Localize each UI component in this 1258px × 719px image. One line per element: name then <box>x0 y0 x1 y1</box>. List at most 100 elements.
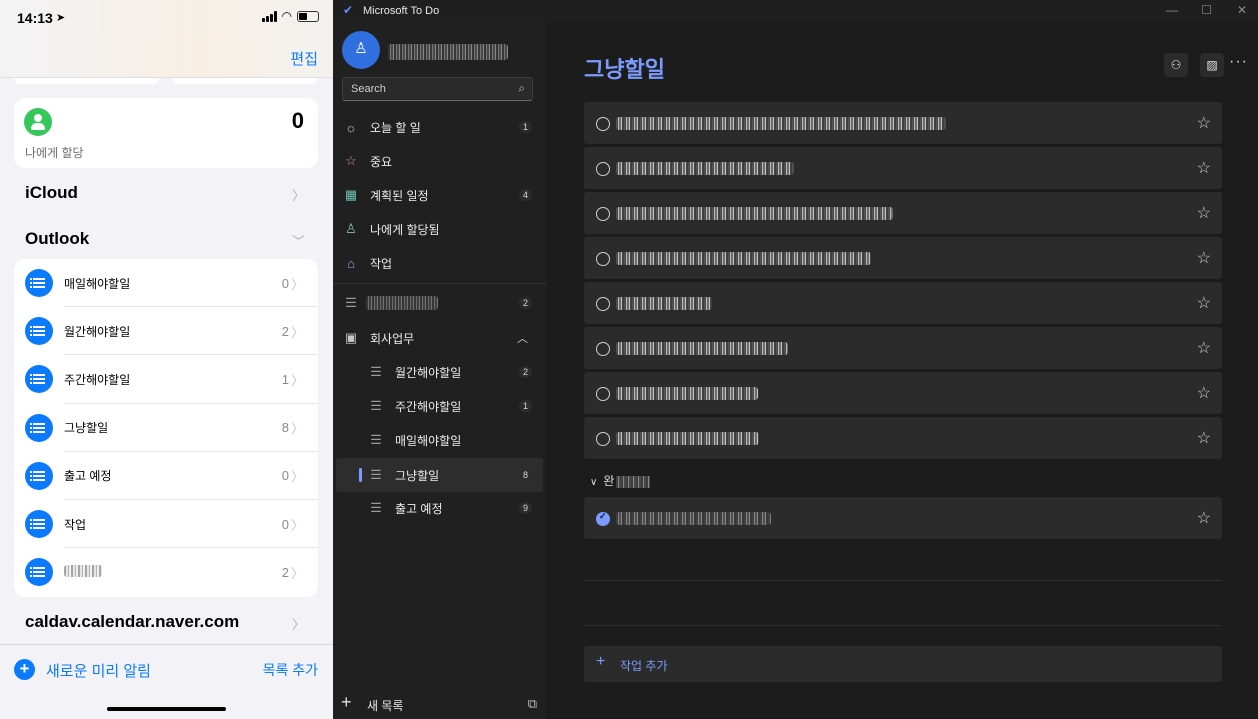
home-indicator[interactable] <box>107 707 226 711</box>
list-item[interactable]: 작업 0 〉 <box>14 500 318 549</box>
divider <box>584 580 1222 581</box>
active-indicator <box>359 468 362 482</box>
person-icon: ♙ <box>345 221 357 236</box>
star-icon[interactable]: ☆ <box>1197 113 1211 133</box>
add-list-button[interactable]: 목록 추가 <box>263 660 318 680</box>
task-checkbox-checked[interactable] <box>596 511 610 526</box>
star-icon[interactable]: ☆ <box>1197 203 1211 223</box>
nav-list-just-todo[interactable]: ☰ 그냥할일 8 <box>336 458 543 492</box>
add-task-input[interactable]: 작업 추가 <box>620 657 668 674</box>
share-icon[interactable]: ⚇ <box>1164 53 1188 77</box>
chevron-right-icon: 〉 <box>290 469 304 485</box>
task-title-blurred <box>616 512 771 525</box>
task-item[interactable]: ☆ <box>584 327 1222 369</box>
chevron-right-icon[interactable]: 〉 <box>292 614 305 633</box>
account-name-blurred[interactable] <box>388 44 508 60</box>
task-title-blurred <box>616 117 946 130</box>
plus-icon[interactable]: + <box>341 692 352 713</box>
list-item[interactable]: 월간해야할일 2 〉 <box>14 307 318 356</box>
completed-task-item[interactable]: ☆ <box>584 497 1222 539</box>
task-item[interactable]: ☆ <box>584 237 1222 279</box>
task-title-blurred <box>616 162 794 175</box>
list-bullet-icon <box>25 558 53 587</box>
task-checkbox[interactable] <box>596 387 610 401</box>
completed-section-toggle[interactable]: ∨ 완 <box>590 472 651 489</box>
nav-list-monthly[interactable]: ☰ 월간해야할일 2 <box>333 355 546 389</box>
nav-important[interactable]: ☆ 중요 <box>333 144 546 178</box>
sidebar-divider <box>333 283 546 284</box>
task-checkbox[interactable] <box>596 207 610 221</box>
list-item[interactable]: 2 〉 <box>14 548 318 596</box>
chevron-right-icon: 〉 <box>290 517 304 533</box>
chevron-right-icon: 〉 <box>290 324 304 340</box>
completed-count-blurred <box>616 475 651 488</box>
star-icon[interactable]: ☆ <box>1197 293 1211 313</box>
list-item[interactable]: 주간해야할일 1 〉 <box>14 355 318 404</box>
cellular-signal-icon <box>261 11 277 22</box>
nav-list-weekly[interactable]: ☰ 주간해야할일 1 <box>333 389 546 423</box>
search-input[interactable] <box>343 78 513 100</box>
maximize-icon[interactable]: ☐ <box>1201 3 1212 17</box>
plus-icon[interactable]: + <box>596 653 605 671</box>
task-item[interactable]: ☆ <box>584 147 1222 189</box>
task-item[interactable]: ☆ <box>584 417 1222 459</box>
task-item[interactable]: ☆ <box>584 192 1222 234</box>
section-caldav[interactable]: caldav.calendar.naver.com <box>25 612 239 632</box>
nav-assigned[interactable]: ♙ 나에게 할당됨 <box>333 212 546 246</box>
star-icon[interactable]: ☆ <box>1197 508 1211 528</box>
nav-list-shipping[interactable]: ☰ 출고 예정 9 <box>333 491 546 525</box>
more-options-icon[interactable]: ··· <box>1229 53 1248 71</box>
new-reminder-button[interactable]: 새로운 미리 알림 <box>46 660 151 681</box>
star-icon[interactable]: ☆ <box>1197 158 1211 178</box>
star-icon[interactable]: ☆ <box>1197 338 1211 358</box>
star-icon[interactable]: ☆ <box>1197 248 1211 268</box>
list-name: 월간해야할일 <box>64 324 131 339</box>
list-item[interactable]: 매일해야할일 0 〉 <box>14 259 318 308</box>
task-checkbox[interactable] <box>596 117 610 131</box>
scrolled-cards <box>14 78 318 84</box>
task-checkbox[interactable] <box>596 297 610 311</box>
task-checkbox[interactable] <box>596 342 610 356</box>
task-item[interactable]: ☆ <box>584 102 1222 144</box>
nav-my-day[interactable]: ☼ 오늘 할 일 1 <box>333 110 546 144</box>
nav-planned[interactable]: ▦ 계획된 일정 4 <box>333 178 546 212</box>
list-count: 2 <box>281 564 289 580</box>
close-icon[interactable]: ✕ <box>1237 3 1247 17</box>
status-time: 14:13 <box>17 10 53 26</box>
chevron-right-icon[interactable]: 〉 <box>292 185 305 204</box>
nav-tasks[interactable]: ⌂ 작업 <box>333 246 546 280</box>
list-item[interactable]: 그냥할일 8 〉 <box>14 404 318 452</box>
search-box[interactable]: ⌕ <box>342 77 533 101</box>
nav-group-work[interactable]: ▣ 회사업무 ︿ <box>333 321 546 355</box>
nav-list-daily[interactable]: ☰ 매일해야할일 <box>333 423 546 457</box>
background-image-icon[interactable]: ▨ <box>1200 53 1224 77</box>
star-icon[interactable]: ☆ <box>1197 428 1211 448</box>
task-item[interactable]: ☆ <box>584 372 1222 414</box>
section-outlook[interactable]: Outlook <box>25 229 89 249</box>
new-group-icon[interactable]: ⧉ <box>528 696 537 712</box>
add-task-bar[interactable]: + 작업 추가 <box>584 646 1222 682</box>
section-icloud[interactable]: iCloud <box>25 183 78 203</box>
task-checkbox[interactable] <box>596 252 610 266</box>
star-icon[interactable]: ☆ <box>1197 383 1211 403</box>
task-item[interactable]: ☆ <box>584 282 1222 324</box>
avatar[interactable]: ♙ <box>342 31 380 69</box>
task-checkbox[interactable] <box>596 432 610 446</box>
nav-label: 계획된 일정 <box>370 188 429 203</box>
list-item[interactable]: 출고 예정 0 〉 <box>14 452 318 500</box>
nav-count: 4 <box>518 189 532 201</box>
plus-circle-icon[interactable]: + <box>14 659 35 680</box>
nav-list-blurred[interactable]: ☰ 2 <box>333 286 546 320</box>
assigned-to-me-card[interactable]: 0 나에게 할당 <box>14 98 318 168</box>
minimize-icon[interactable]: — <box>1166 3 1178 17</box>
chevron-down-icon[interactable]: ﹀ <box>292 231 305 250</box>
chevron-up-icon[interactable]: ︿ <box>513 329 532 347</box>
new-list-button[interactable]: 새 목록 <box>367 697 403 714</box>
search-icon[interactable]: ⌕ <box>518 81 525 96</box>
person-icon <box>24 108 52 136</box>
list-title[interactable]: 그냥할일 <box>584 52 665 84</box>
new-list-row[interactable]: + 새 목록 ⧉ <box>333 692 546 716</box>
task-checkbox[interactable] <box>596 162 610 176</box>
edit-button[interactable]: 편집 <box>290 48 318 69</box>
list-name: 그냥할일 <box>64 421 109 436</box>
